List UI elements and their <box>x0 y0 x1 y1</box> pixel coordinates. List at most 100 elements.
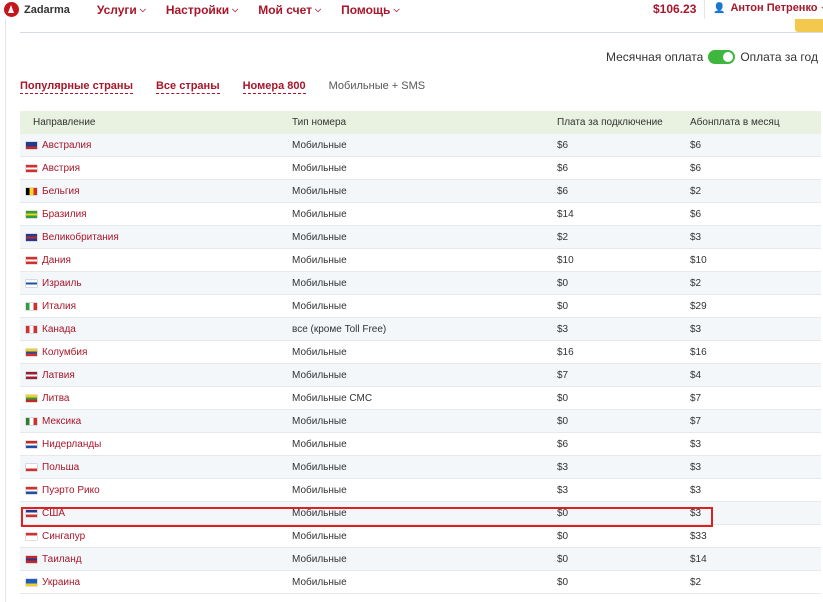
table-row: Колумбия Мобильные $16 $16 <box>20 341 821 364</box>
number-type-cell: Мобильные <box>292 530 347 542</box>
table-row: Сингапур Мобильные $0 $33 <box>20 525 821 548</box>
main-menu: Услуги ⌵ Настройки ⌵ Мой счет ⌵ Помощь ⌵ <box>97 3 420 17</box>
direction-cell: Австрия <box>20 163 292 174</box>
number-type-cell: Мобильные СМС <box>292 392 373 404</box>
monthly-fee-cell: $33 <box>690 530 707 542</box>
direction-cell: Литва <box>20 393 292 404</box>
billing-switch[interactable] <box>708 50 736 64</box>
country-link[interactable]: Пуэрто Рико <box>42 485 100 496</box>
country-flag-icon <box>26 256 37 264</box>
user-menu[interactable]: 👤 Антон Петренко ⌵ <box>713 2 823 14</box>
nav-divider <box>704 0 705 19</box>
country-flag-icon <box>26 417 37 425</box>
search-button[interactable] <box>795 19 823 32</box>
table-row: Украина Мобильные $0 $2 <box>20 571 821 594</box>
setup-fee-cell: $6 <box>557 185 569 197</box>
brand-name: Zadarma <box>24 3 70 16</box>
direction-cell: Мексика <box>20 416 292 427</box>
country-link[interactable]: Бразилия <box>42 209 87 220</box>
number-type-cell: Мобильные <box>292 139 347 151</box>
country-flag-icon <box>26 141 37 149</box>
country-link[interactable]: Великобритания <box>42 232 119 243</box>
tab-numbers-800[interactable]: Номера 800 <box>242 80 306 94</box>
monthly-fee-cell: $2 <box>690 185 702 197</box>
table-body: Австралия Мобильные $6 $6 Австрия Мобильные $6… <box>20 134 821 594</box>
header-number-type: Тип номера <box>292 117 347 128</box>
tab-popular-countries[interactable]: Популярные страны <box>20 80 133 94</box>
monthly-fee-cell: $10 <box>690 254 707 266</box>
table-row: Таиланд Мобильные $0 $14 <box>20 548 821 571</box>
tab-mobile-sms[interactable]: Мобильные + SMS <box>329 80 425 94</box>
chevron-down-icon: ⌵ <box>139 4 146 14</box>
table-row: Латвия Мобильные $7 $4 <box>20 364 821 387</box>
setup-fee-cell: $0 <box>557 553 569 565</box>
number-type-cell: Мобильные <box>292 507 347 519</box>
direction-cell: Сингапур <box>20 531 292 542</box>
country-link[interactable]: Литва <box>42 393 70 404</box>
direction-cell: Таиланд <box>20 554 292 565</box>
country-link[interactable]: Италия <box>42 301 76 312</box>
country-link[interactable]: Таиланд <box>42 554 82 565</box>
setup-fee-cell: $0 <box>557 530 569 542</box>
number-type-cell: Мобильные <box>292 300 347 312</box>
setup-fee-cell: $0 <box>557 415 569 427</box>
account-balance[interactable]: $106.23 <box>653 2 696 16</box>
number-type-cell: Мобильные <box>292 254 347 266</box>
monthly-fee-cell: $6 <box>690 162 702 174</box>
setup-fee-cell: $6 <box>557 139 569 151</box>
country-link[interactable]: Дания <box>42 255 71 266</box>
direction-cell: Латвия <box>20 370 292 381</box>
direction-cell: Канада <box>20 324 292 335</box>
monthly-fee-cell: $3 <box>690 507 702 519</box>
country-flag-icon <box>26 279 37 287</box>
monthly-fee-cell: $3 <box>690 438 702 450</box>
menu-item-help[interactable]: Помощь ⌵ <box>341 3 399 17</box>
number-type-cell: Мобильные <box>292 231 347 243</box>
country-link[interactable]: Сингапур <box>42 531 85 542</box>
menu-item-account[interactable]: Мой счет ⌵ <box>258 3 321 17</box>
brand-logo[interactable]: Zadarma <box>4 2 70 17</box>
table-row: Литва Мобильные СМС $0 $7 <box>20 387 821 410</box>
setup-fee-cell: $6 <box>557 438 569 450</box>
menu-item-services[interactable]: Услуги ⌵ <box>97 3 146 17</box>
country-flag-icon <box>26 164 37 172</box>
country-link[interactable]: Австрия <box>42 163 80 174</box>
setup-fee-cell: $0 <box>557 507 569 519</box>
setup-fee-cell: $0 <box>557 576 569 588</box>
country-flag-icon <box>26 210 37 218</box>
country-flag-icon <box>26 509 37 517</box>
country-link[interactable]: Канада <box>42 324 76 335</box>
search-strip <box>20 19 823 33</box>
setup-fee-cell: $2 <box>557 231 569 243</box>
country-flag-icon <box>26 302 37 310</box>
country-link[interactable]: Мексика <box>42 416 81 427</box>
country-link[interactable]: Латвия <box>42 370 75 381</box>
country-flag-icon <box>26 348 37 356</box>
top-navigation: Zadarma Услуги ⌵ Настройки ⌵ Мой счет ⌵ Пом… <box>0 0 823 19</box>
chevron-down-icon: ⌵ <box>315 4 322 14</box>
country-link[interactable]: Нидерланды <box>42 439 101 450</box>
country-link[interactable]: Бельгия <box>42 186 80 197</box>
table-row: Мексика Мобильные $0 $7 <box>20 410 821 433</box>
monthly-fee-cell: $3 <box>690 323 702 335</box>
monthly-fee-cell: $7 <box>690 392 702 404</box>
setup-fee-cell: $7 <box>557 369 569 381</box>
yearly-billing-label: Оплата за год <box>740 50 818 64</box>
country-link[interactable]: Израиль <box>42 278 82 289</box>
number-type-cell: все (кроме Toll Free) <box>292 323 387 335</box>
country-link[interactable]: Украина <box>42 577 80 588</box>
table-header: Направление Тип номера Плата за подключе… <box>20 111 821 134</box>
tab-all-countries[interactable]: Все страны <box>155 80 220 94</box>
country-link[interactable]: США <box>42 508 65 519</box>
country-link[interactable]: Австралия <box>42 140 91 151</box>
table-row: Бразилия Мобильные $14 $6 <box>20 203 821 226</box>
billing-period-toggle: Месячная оплата Оплата за год <box>606 50 818 64</box>
monthly-fee-cell: $4 <box>690 369 702 381</box>
country-flag-icon <box>26 187 37 195</box>
monthly-fee-cell: $7 <box>690 415 702 427</box>
table-row: Бельгия Мобильные $6 $2 <box>20 180 821 203</box>
monthly-fee-cell: $3 <box>690 461 702 473</box>
country-link[interactable]: Польша <box>42 462 79 473</box>
country-link[interactable]: Колумбия <box>42 347 87 358</box>
menu-item-settings[interactable]: Настройки ⌵ <box>166 3 238 17</box>
